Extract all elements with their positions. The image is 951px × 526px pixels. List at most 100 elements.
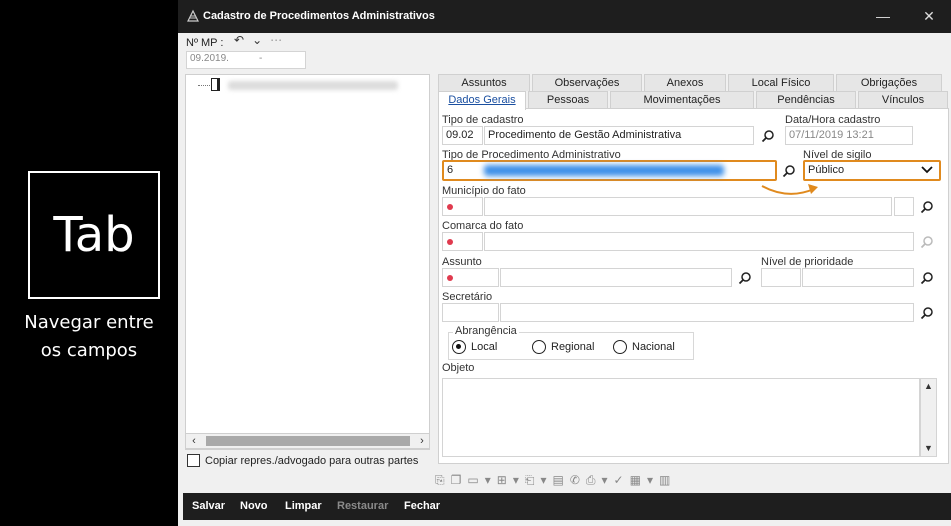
documents-icon[interactable]: ⎗ bbox=[525, 473, 535, 488]
restaurar-button: Restaurar bbox=[337, 500, 389, 512]
tutorial-panel: Tab Navegar entre os campos bbox=[0, 0, 178, 526]
objeto-scrollbar[interactable]: ▲ ▼ bbox=[920, 378, 937, 457]
radio-regional-circle[interactable] bbox=[532, 340, 546, 354]
secretario-label: Secretário bbox=[442, 291, 493, 303]
municipio-label: Município do fato bbox=[442, 185, 526, 197]
scroll-left-icon[interactable]: ‹ bbox=[186, 434, 202, 448]
mp-number-field[interactable]: 09.2019. - bbox=[186, 51, 306, 69]
tab-pendencias[interactable]: Pendências bbox=[756, 91, 856, 108]
data-hora-label: Data/Hora cadastro bbox=[785, 114, 881, 126]
tab-key-graphic: Tab bbox=[28, 171, 160, 299]
more-icon[interactable]: ⋯ bbox=[270, 33, 282, 47]
mp-toolbar: ↶ ⌄ ⋯ bbox=[234, 33, 282, 47]
municipio-uf-field[interactable] bbox=[894, 197, 914, 216]
close-icon: ✕ bbox=[923, 7, 935, 24]
phone-icon[interactable]: ✆ bbox=[570, 473, 580, 487]
secretario-desc-field[interactable] bbox=[500, 303, 914, 322]
tab-key-label: Tab bbox=[53, 207, 135, 263]
search-icon[interactable] bbox=[738, 271, 752, 285]
objeto-textarea[interactable] bbox=[442, 378, 920, 457]
nivel-sigilo-value: Público bbox=[808, 164, 845, 176]
nivel-prioridade-code-field[interactable] bbox=[761, 268, 801, 287]
radio-nacional-label: Nacional bbox=[632, 341, 675, 353]
scroll-up-icon[interactable]: ▲ bbox=[924, 381, 933, 391]
hierarchy-icon[interactable]: ⊞ bbox=[497, 473, 507, 487]
scroll-down-icon[interactable]: ▼ bbox=[924, 443, 933, 453]
close-button[interactable]: ✕ bbox=[914, 4, 944, 28]
copy-representative-option[interactable]: Copiar repres./advogado para outras part… bbox=[187, 454, 418, 467]
abrangencia-label: Abrangência bbox=[453, 325, 519, 337]
fechar-button[interactable]: Fechar bbox=[404, 500, 440, 512]
bottom-action-bar: Salvar Novo Limpar Restaurar Fechar bbox=[183, 493, 951, 520]
limpar-button[interactable]: Limpar bbox=[285, 500, 322, 512]
minimize-button[interactable]: — bbox=[868, 4, 898, 28]
radio-local-circle[interactable] bbox=[452, 340, 466, 354]
search-icon[interactable] bbox=[782, 164, 796, 178]
search-icon[interactable] bbox=[920, 271, 934, 285]
tree-connector bbox=[198, 85, 212, 86]
print-icon[interactable]: ⎙ bbox=[586, 473, 596, 488]
calendar-icon[interactable]: ▦ bbox=[630, 473, 641, 487]
undo-icon[interactable]: ↶ bbox=[234, 33, 244, 47]
window-titlebar: Cadastro de Procedimentos Administrativo… bbox=[178, 0, 951, 33]
nivel-prioridade-label: Nível de prioridade bbox=[761, 256, 854, 268]
novo-button[interactable]: Novo bbox=[240, 500, 268, 512]
nivel-prioridade-desc-field[interactable] bbox=[802, 268, 914, 287]
main-window: Cadastro de Procedimentos Administrativo… bbox=[178, 0, 951, 526]
tab-obrigacoes[interactable]: Obrigações bbox=[836, 74, 942, 91]
tutorial-caption-line1: Navegar entre bbox=[24, 312, 154, 333]
assunto-desc-field[interactable] bbox=[500, 268, 732, 287]
radio-nacional-circle[interactable] bbox=[613, 340, 627, 354]
document-icon bbox=[211, 78, 220, 91]
municipio-desc-field[interactable] bbox=[484, 197, 892, 216]
tab-pessoas[interactable]: Pessoas bbox=[528, 91, 608, 108]
search-icon[interactable] bbox=[920, 306, 934, 320]
search-icon[interactable] bbox=[920, 235, 934, 249]
tipo-procedimento-desc-redacted bbox=[484, 165, 724, 176]
tipo-cadastro-code-field[interactable]: 09.02 bbox=[442, 126, 483, 145]
tab-dados-gerais[interactable]: Dados Gerais bbox=[438, 91, 526, 110]
mp-value-year: 09.2019. bbox=[190, 53, 229, 64]
folder-icon[interactable]: ▭ bbox=[467, 473, 478, 487]
chevron-down-icon[interactable]: ▾ bbox=[513, 473, 519, 487]
tutorial-caption: Navegar entre os campos bbox=[8, 309, 170, 365]
clipboard-icon[interactable]: ▤ bbox=[552, 473, 563, 487]
required-indicator bbox=[447, 204, 453, 210]
tipo-cadastro-desc-field[interactable]: Procedimento de Gestão Administrativa bbox=[484, 126, 754, 145]
chevron-down-icon[interactable] bbox=[921, 165, 933, 175]
scrollbar-thumb[interactable] bbox=[206, 436, 410, 446]
radio-regional[interactable]: Regional bbox=[532, 340, 594, 354]
chevron-down-icon[interactable]: ▾ bbox=[485, 473, 491, 487]
tab-observacoes[interactable]: Observações bbox=[532, 74, 642, 91]
tipo-procedimento-code: 6 bbox=[447, 164, 454, 176]
action-toolbar: ⎘ ❐ ▭ ▾ ⊞ ▾ ⎗ ▾ ▤ ✆ ⎙ ▾ ✓ ▦ ▾ ▥ bbox=[435, 470, 949, 490]
tab-movimentacoes[interactable]: Movimentações bbox=[610, 91, 754, 108]
salvar-button[interactable]: Salvar bbox=[192, 500, 225, 512]
secretario-code-field[interactable] bbox=[442, 303, 499, 322]
horizontal-scrollbar[interactable]: ‹ › bbox=[185, 433, 430, 449]
chevron-down-icon[interactable]: ▾ bbox=[647, 473, 653, 487]
radio-local[interactable]: Local bbox=[452, 340, 497, 354]
copy-icon[interactable]: ❐ bbox=[451, 473, 462, 487]
radio-nacional[interactable]: Nacional bbox=[613, 340, 675, 354]
chevron-down-icon[interactable]: ⌄ bbox=[252, 33, 262, 47]
search-icon[interactable] bbox=[761, 129, 775, 143]
document-tree[interactable] bbox=[185, 74, 430, 450]
tab-local-fisico[interactable]: Local Físico bbox=[728, 74, 834, 91]
minimize-icon: — bbox=[876, 8, 890, 24]
search-icon[interactable] bbox=[920, 200, 934, 214]
comarca-label: Comarca do fato bbox=[442, 220, 524, 232]
table-icon[interactable]: ▥ bbox=[659, 473, 670, 487]
comarca-desc-field[interactable] bbox=[484, 232, 914, 251]
scroll-right-icon[interactable]: › bbox=[414, 434, 430, 448]
tab-anexos[interactable]: Anexos bbox=[644, 74, 726, 91]
attach-icon[interactable]: ⎘ bbox=[435, 473, 445, 488]
check-icon[interactable]: ✓ bbox=[614, 473, 624, 487]
tree-item-redacted[interactable] bbox=[228, 81, 398, 90]
chevron-down-icon[interactable]: ▾ bbox=[540, 473, 546, 487]
copy-checkbox[interactable] bbox=[187, 454, 200, 467]
chevron-down-icon[interactable]: ▾ bbox=[602, 473, 608, 487]
tab-vinculos[interactable]: Vínculos bbox=[858, 91, 948, 108]
tab-assuntos[interactable]: Assuntos bbox=[438, 74, 530, 91]
tipo-cadastro-label: Tipo de cadastro bbox=[442, 114, 524, 126]
